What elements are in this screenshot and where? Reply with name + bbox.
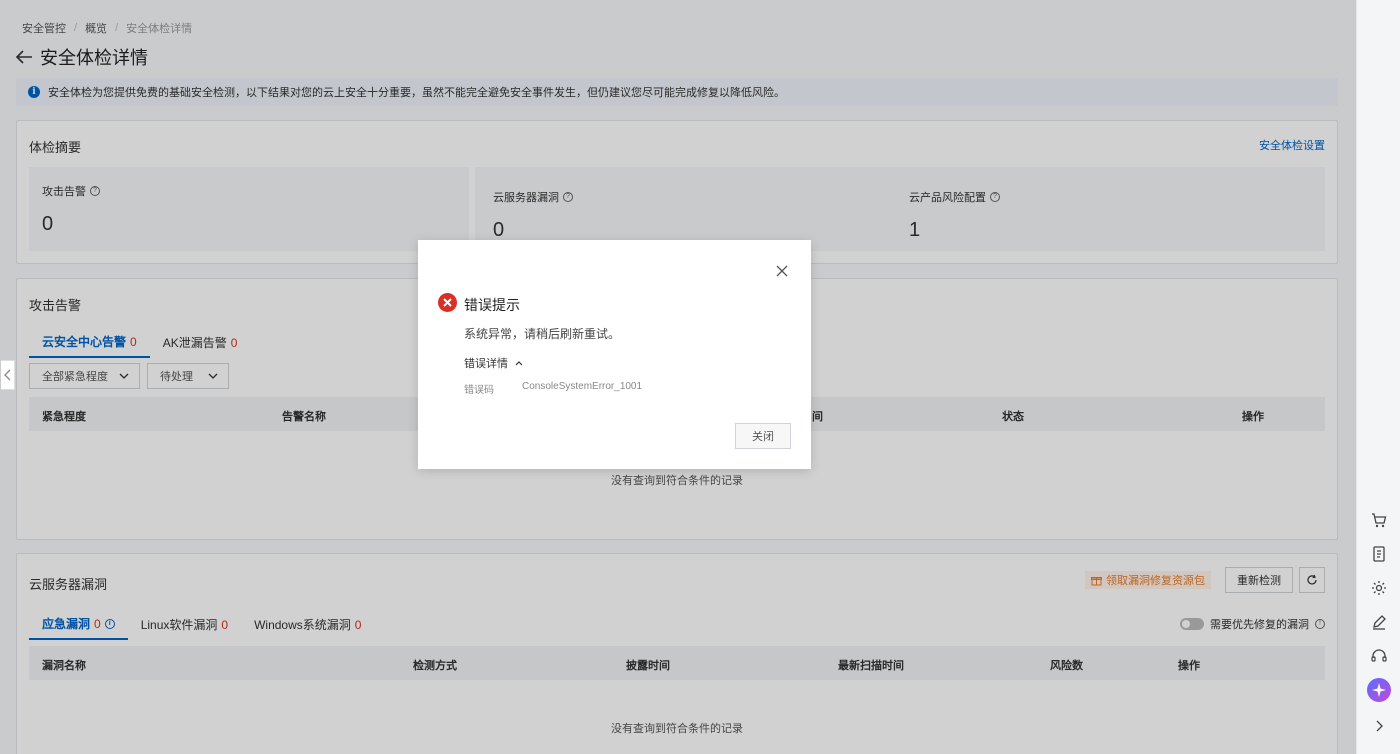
right-toolbar (1356, 0, 1400, 754)
error-code-value: ConsoleSystemError_1001 (522, 381, 643, 392)
close-button[interactable]: 关闭 (735, 423, 791, 449)
dialog-title: 错误提示 (464, 297, 520, 313)
cart-icon[interactable] (1370, 511, 1388, 529)
chevron-left-icon (3, 369, 10, 381)
error-details-toggle[interactable]: 错误详情 (464, 355, 524, 371)
error-code-row: 错误码 ConsoleSystemError_1001 (464, 381, 642, 396)
main-page: 安全管控 / 概览 / 安全体检详情 安全体检详情 i 安全体检为您提供免费的基… (0, 0, 1356, 754)
dialog-message: 系统异常，请稍后刷新重试。 (464, 327, 621, 341)
error-icon (438, 293, 457, 312)
chevron-up-icon (515, 361, 523, 366)
error-dialog: 错误提示 系统异常，请稍后刷新重试。 错误详情 错误码 ConsoleSyste… (418, 240, 811, 469)
edit-icon[interactable] (1370, 613, 1388, 631)
sidebar-expand-handle[interactable] (1, 360, 15, 390)
document-icon[interactable] (1370, 545, 1388, 563)
assistant-icon[interactable] (1367, 678, 1391, 702)
error-code-label: 错误码 (464, 385, 494, 396)
chevron-right-icon[interactable] (1370, 717, 1388, 735)
headset-icon[interactable] (1370, 647, 1388, 665)
gear-icon[interactable] (1370, 579, 1388, 597)
close-icon[interactable] (775, 264, 789, 278)
details-toggle-label: 错误详情 (464, 358, 508, 370)
